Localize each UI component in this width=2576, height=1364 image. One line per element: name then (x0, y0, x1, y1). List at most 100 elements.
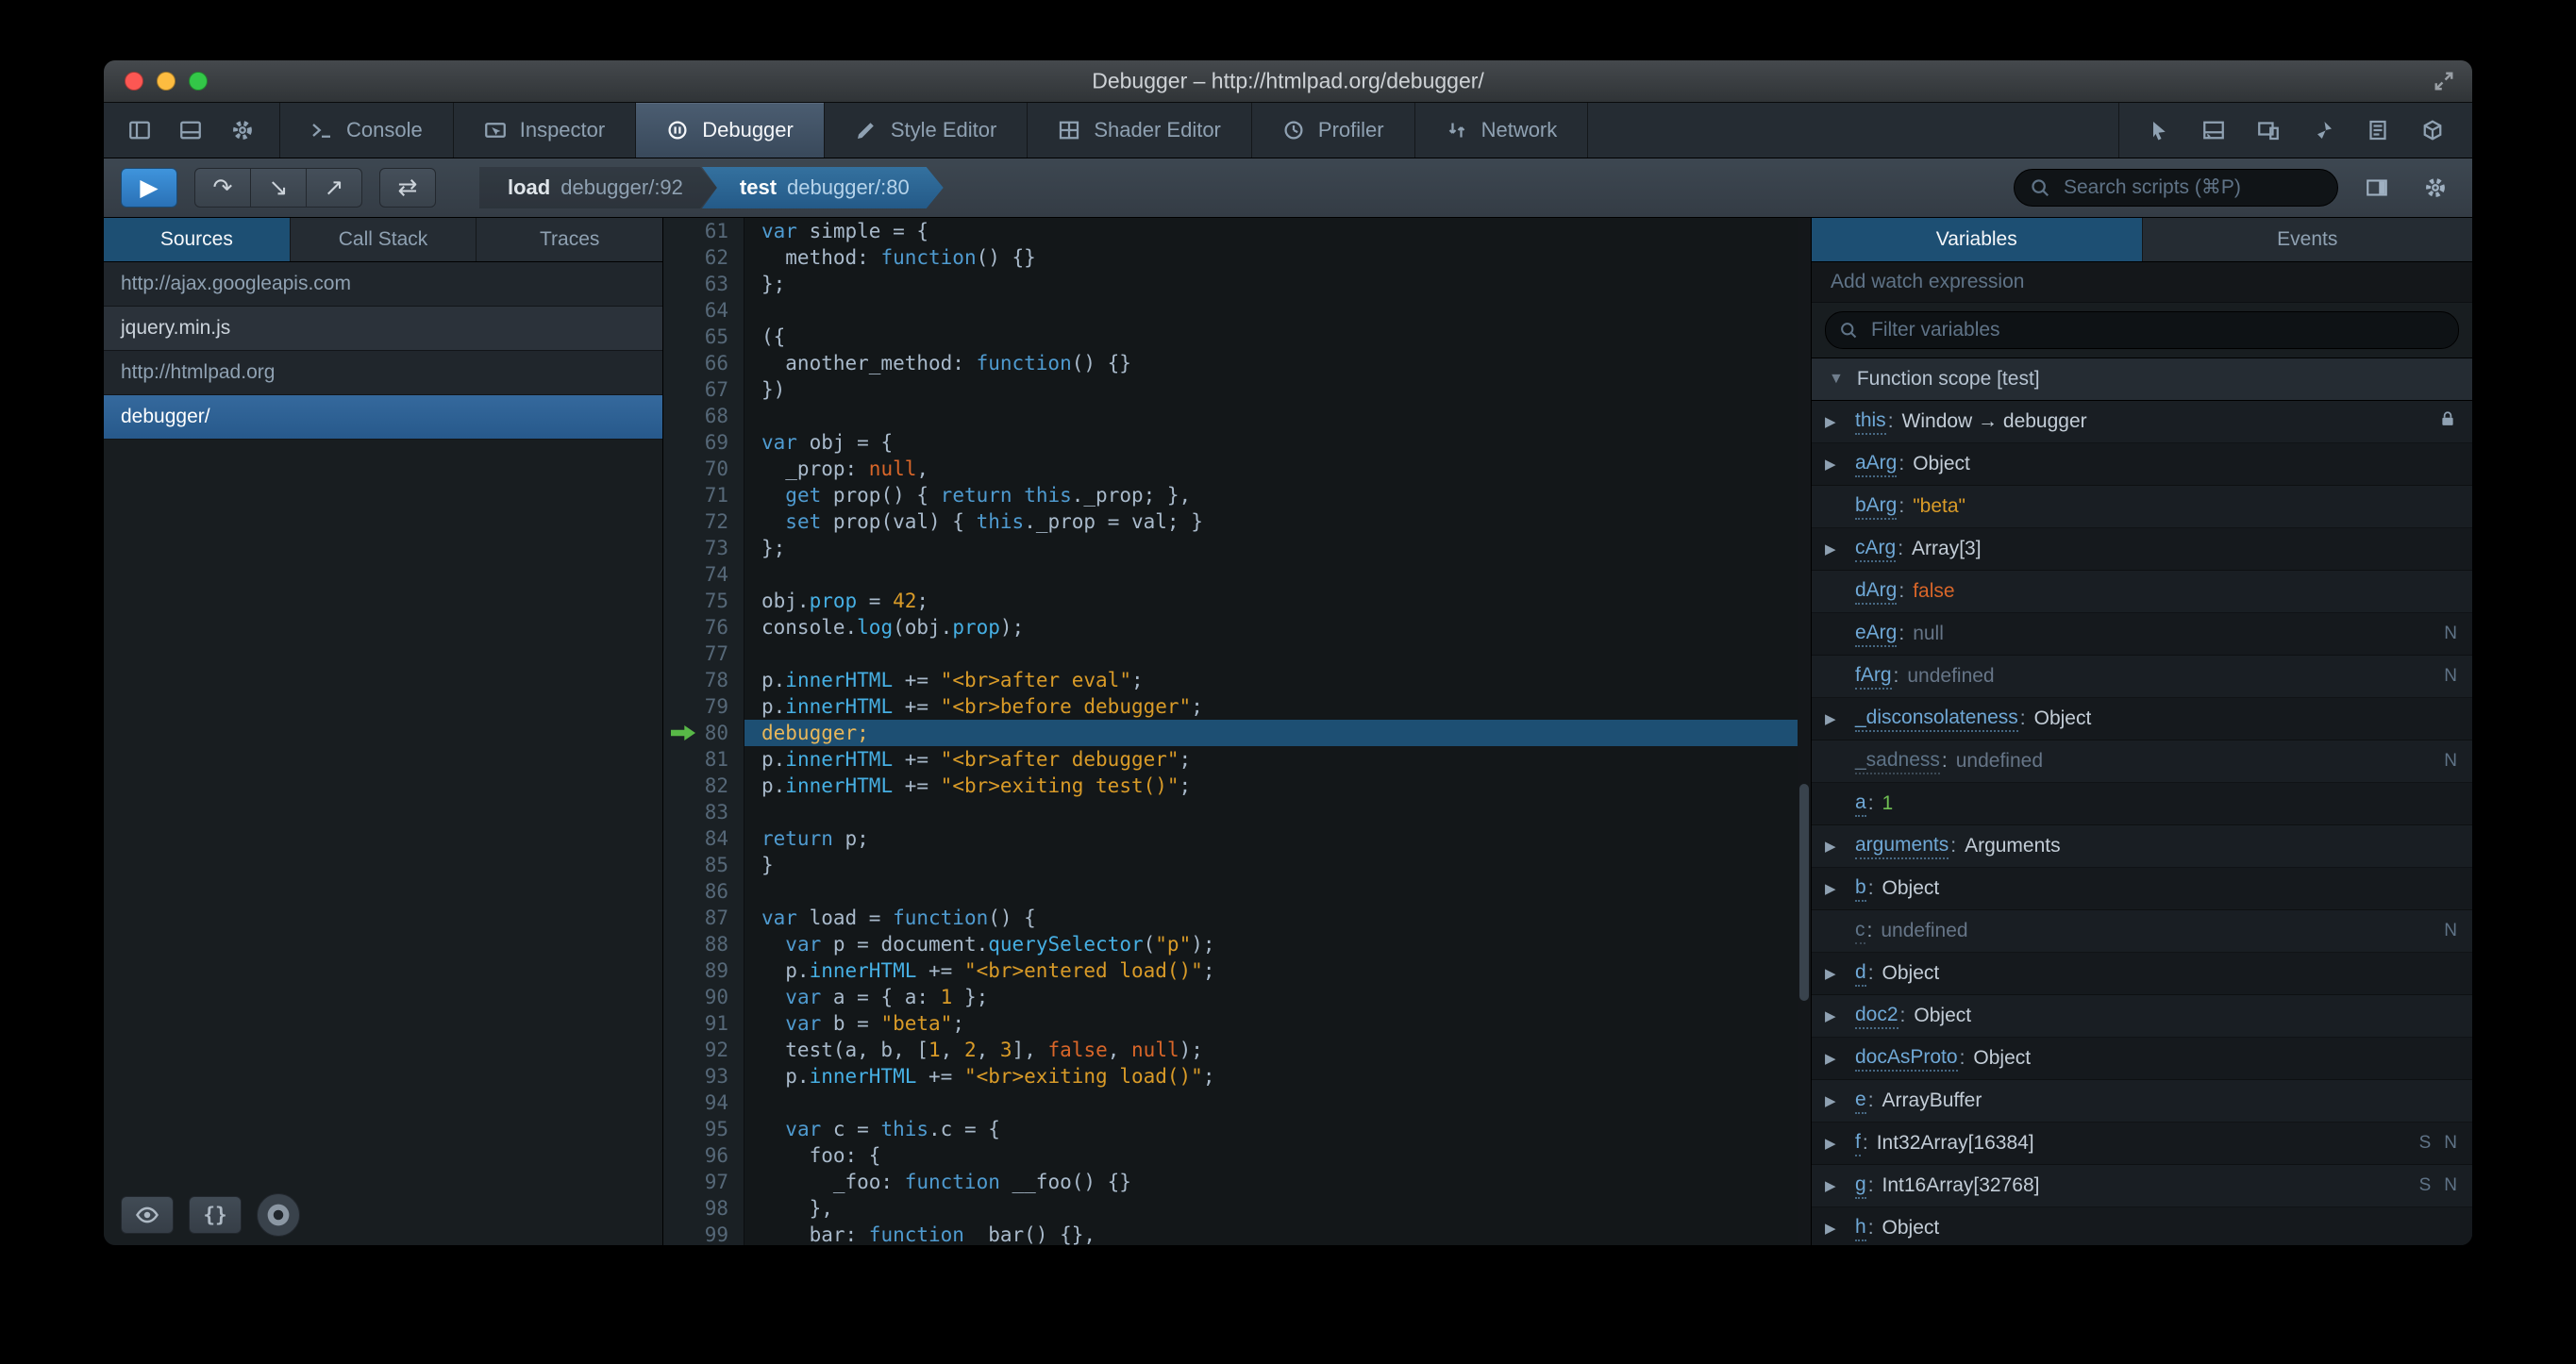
resume-button[interactable]: ▶ (121, 168, 177, 208)
source-group[interactable]: http://ajax.googleapis.com (104, 262, 662, 307)
variable-row[interactable]: ▶ d: Object (1812, 953, 2472, 995)
tab-profiler[interactable]: Profiler (1252, 103, 1415, 158)
minimize-button[interactable] (157, 72, 176, 91)
line-number[interactable]: 98 (663, 1195, 744, 1222)
script-search-input[interactable] (2062, 175, 2322, 200)
tab-traces[interactable]: Traces (477, 218, 662, 261)
line-number[interactable]: 82 (663, 773, 744, 799)
pick-element-button[interactable] (2148, 119, 2170, 141)
line-number[interactable]: 77 (663, 640, 744, 667)
instruments-pane-toggle-button[interactable] (2357, 169, 2397, 207)
variable-row[interactable]: ▶ h: Object (1812, 1207, 2472, 1245)
line-number[interactable]: 64 (663, 297, 744, 324)
line-number[interactable]: 63 (663, 271, 744, 297)
breadcrumb-load[interactable]: load debugger/:92 (479, 167, 717, 208)
line-number[interactable]: 81 (663, 746, 744, 773)
variable-row[interactable]: ▶ e: ArrayBuffer (1812, 1080, 2472, 1123)
tab-call-stack[interactable]: Call Stack (291, 218, 477, 261)
line-number[interactable]: 90 (663, 984, 744, 1010)
responsive-design-button[interactable] (2257, 119, 2280, 141)
expand-arrow-icon[interactable]: ▶ (1825, 541, 1855, 557)
fullscreen-icon[interactable] (2433, 70, 2455, 92)
tab-variables[interactable]: Variables (1812, 218, 2143, 261)
close-button[interactable] (125, 72, 143, 91)
line-number[interactable]: 83 (663, 799, 744, 825)
expand-arrow-icon[interactable]: ▶ (1825, 965, 1855, 982)
variable-row[interactable]: a:1 (1812, 783, 2472, 825)
variable-row[interactable]: ▶ aArg: Object (1812, 443, 2472, 486)
toolbox-options-gear-button[interactable] (230, 118, 255, 142)
variable-row[interactable]: ▶ f: Int32Array[16384] S N (1812, 1123, 2472, 1165)
expand-arrow-icon[interactable]: ▶ (1825, 1007, 1855, 1024)
expand-arrow-icon[interactable]: ▶ (1825, 1092, 1855, 1109)
tab-network[interactable]: Network (1415, 103, 1589, 158)
split-console-button[interactable] (2202, 119, 2225, 141)
line-number[interactable]: 89 (663, 957, 744, 984)
zoom-button[interactable] (189, 72, 208, 91)
line-number[interactable]: 65 (663, 324, 744, 350)
line-number[interactable]: 97 (663, 1169, 744, 1195)
variable-row[interactable]: _sadness: undefined N (1812, 740, 2472, 783)
line-number[interactable]: 66 (663, 350, 744, 376)
step-in-button[interactable]: ↘ (250, 168, 307, 208)
line-number[interactable]: 67 (663, 376, 744, 403)
variable-row[interactable]: ▶ g: Int16Array[32768] S N (1812, 1165, 2472, 1207)
variable-row[interactable]: ▶ _disconsolateness: Object (1812, 698, 2472, 740)
line-number[interactable]: 71 (663, 482, 744, 508)
line-number[interactable]: 62 (663, 244, 744, 271)
tab-debugger[interactable]: Debugger (636, 103, 825, 158)
expand-arrow-icon[interactable]: ▶ (1825, 880, 1855, 897)
line-number[interactable]: 68 (663, 403, 744, 429)
variable-row[interactable]: ▶ docAsProto: Object (1812, 1038, 2472, 1080)
add-watch-expression[interactable]: Add watch expression (1812, 262, 2472, 303)
dock-side-button[interactable] (128, 119, 151, 141)
paint-flashing-button[interactable] (2312, 119, 2334, 141)
tab-sources[interactable]: Sources (104, 218, 291, 261)
variable-row[interactable]: eArg: null N (1812, 613, 2472, 656)
line-number[interactable]: 94 (663, 1090, 744, 1116)
line-number[interactable]: 70 (663, 456, 744, 482)
tab-style-editor[interactable]: Style Editor (825, 103, 1029, 158)
tab-console[interactable]: Console (280, 103, 454, 158)
variables-filter-input[interactable] (1869, 318, 2445, 342)
variable-row[interactable]: c: undefined N (1812, 910, 2472, 953)
expand-arrow-icon[interactable]: ▶ (1825, 413, 1855, 430)
source-group[interactable]: http://htmlpad.org (104, 351, 662, 395)
toggle-panes-button[interactable]: ⇄ (379, 168, 436, 208)
variable-row[interactable]: ▶ cArg: Array[3] (1812, 528, 2472, 571)
line-number[interactable]: 95 (663, 1116, 744, 1142)
dock-bottom-button[interactable] (179, 119, 202, 141)
expand-arrow-icon[interactable]: ▶ (1825, 1177, 1855, 1194)
line-number[interactable]: 88 (663, 931, 744, 957)
tab-shader-editor[interactable]: Shader Editor (1028, 103, 1252, 158)
line-number[interactable]: 84 (663, 825, 744, 852)
line-number[interactable]: 72 (663, 508, 744, 535)
tilt-button[interactable] (2421, 119, 2444, 141)
expand-arrow-icon[interactable]: ▶ (1825, 1220, 1855, 1237)
pause-on-exceptions-button[interactable] (257, 1193, 300, 1237)
line-number[interactable]: 78 (663, 667, 744, 693)
expand-arrow-icon[interactable]: ▶ (1825, 710, 1855, 727)
blackbox-source-button[interactable] (121, 1196, 174, 1234)
step-out-button[interactable]: ↗ (306, 168, 362, 208)
line-number[interactable]: 93 (663, 1063, 744, 1090)
tab-events[interactable]: Events (2143, 218, 2473, 261)
line-number[interactable]: 99 (663, 1222, 744, 1245)
source-item[interactable]: jquery.min.js (104, 307, 662, 351)
source-item[interactable]: debugger/ (104, 395, 662, 440)
variable-row[interactable]: ▶ b: Object (1812, 868, 2472, 910)
line-number[interactable]: 76 (663, 614, 744, 640)
line-number[interactable]: 75 (663, 588, 744, 614)
line-number[interactable]: 69 (663, 429, 744, 456)
variable-row[interactable]: ▶ this: Window → debugger (1812, 401, 2472, 443)
expand-arrow-icon[interactable]: ▶ (1825, 1135, 1855, 1152)
line-number[interactable]: 85 (663, 852, 744, 878)
scrollbar-thumb[interactable] (1799, 784, 1809, 1001)
variable-row[interactable]: bArg: "beta" (1812, 486, 2472, 528)
line-number[interactable]: 91 (663, 1010, 744, 1037)
editor-scrollbar[interactable] (1798, 218, 1811, 1245)
variable-row[interactable]: dArg: false (1812, 571, 2472, 613)
line-number[interactable]: 96 (663, 1142, 744, 1169)
expand-arrow-icon[interactable]: ▶ (1825, 1050, 1855, 1067)
tab-inspector[interactable]: Inspector (454, 103, 637, 158)
